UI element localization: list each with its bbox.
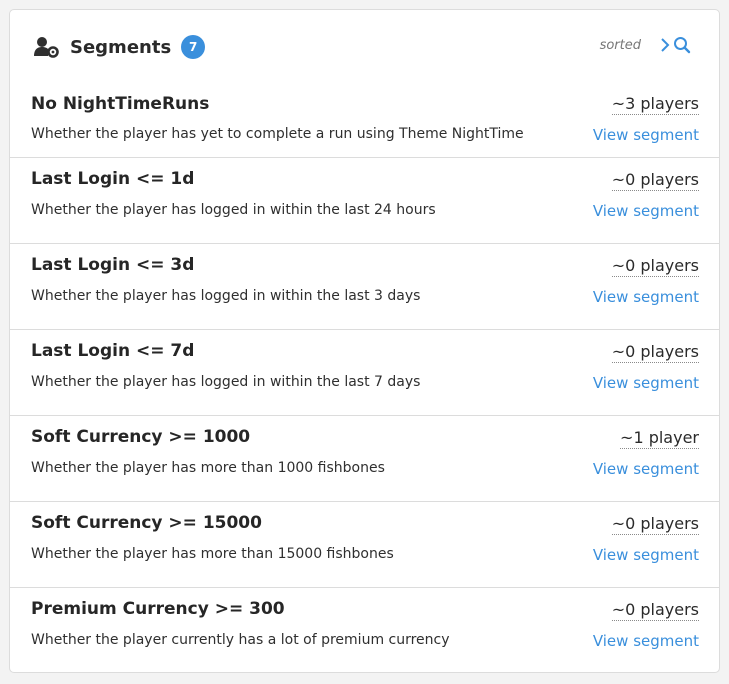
segment-name: Soft Currency >= 1000 <box>31 427 251 447</box>
view-segment-link[interactable]: View segment <box>593 288 699 306</box>
view-segment-link[interactable]: View segment <box>593 632 699 650</box>
segment-name: No NightTimeRuns <box>31 94 210 114</box>
page-title: Segments <box>70 36 172 58</box>
player-count: ~0 players <box>611 342 699 363</box>
segment-name: Premium Currency >= 300 <box>31 599 285 619</box>
view-segment-link[interactable]: View segment <box>593 126 699 144</box>
view-segment-link[interactable]: View segment <box>593 202 699 220</box>
segment-description: Whether the player has logged in within … <box>31 288 421 304</box>
player-count: ~0 players <box>611 170 699 191</box>
list-item: Soft Currency >= 15000 Whether the playe… <box>10 501 719 587</box>
list-item: No NightTimeRuns Whether the player has … <box>10 81 719 157</box>
segment-name: Last Login <= 7d <box>31 341 195 361</box>
segment-description: Whether the player currently has a lot o… <box>31 632 450 648</box>
segment-description: Whether the player has logged in within … <box>31 374 421 390</box>
title-group: Segments 7 <box>34 35 206 59</box>
chevron-right-icon[interactable] <box>659 36 671 54</box>
player-count: ~0 players <box>611 600 699 621</box>
segment-name: Soft Currency >= 15000 <box>31 513 262 533</box>
sort-label: sorted <box>599 37 641 53</box>
segment-name: Last Login <= 1d <box>31 169 195 189</box>
search-icon[interactable] <box>673 36 691 54</box>
view-segment-link[interactable]: View segment <box>593 546 699 564</box>
header-actions: sorted <box>600 36 691 54</box>
segment-description: Whether the player has more than 1000 fi… <box>31 460 385 476</box>
card-header: Segments 7 sorted <box>10 10 719 81</box>
player-count: ~3 players <box>611 94 699 115</box>
segment-count-badge: 7 <box>181 35 206 59</box>
segment-description: Whether the player has more than 15000 f… <box>31 546 394 562</box>
view-segment-link[interactable]: View segment <box>593 460 699 478</box>
player-count: ~0 players <box>611 514 699 535</box>
segment-description: Whether the player has logged in within … <box>31 202 436 218</box>
list-item: Last Login <= 7d Whether the player has … <box>10 329 719 415</box>
segment-description: Whether the player has yet to complete a… <box>31 126 524 142</box>
users-gear-icon <box>34 36 60 58</box>
player-count: ~0 players <box>611 256 699 277</box>
list-item: Last Login <= 3d Whether the player has … <box>10 243 719 329</box>
segment-list: No NightTimeRuns Whether the player has … <box>10 81 719 672</box>
player-count: ~1 player <box>620 428 699 449</box>
list-item: Last Login <= 1d Whether the player has … <box>10 157 719 243</box>
segment-name: Last Login <= 3d <box>31 255 195 275</box>
segments-card: Segments 7 sorted No NightTimeRuns Wheth… <box>9 9 720 673</box>
view-segment-link[interactable]: View segment <box>593 374 699 392</box>
list-item: Premium Currency >= 300 Whether the play… <box>10 587 719 672</box>
list-item: Soft Currency >= 1000 Whether the player… <box>10 415 719 501</box>
